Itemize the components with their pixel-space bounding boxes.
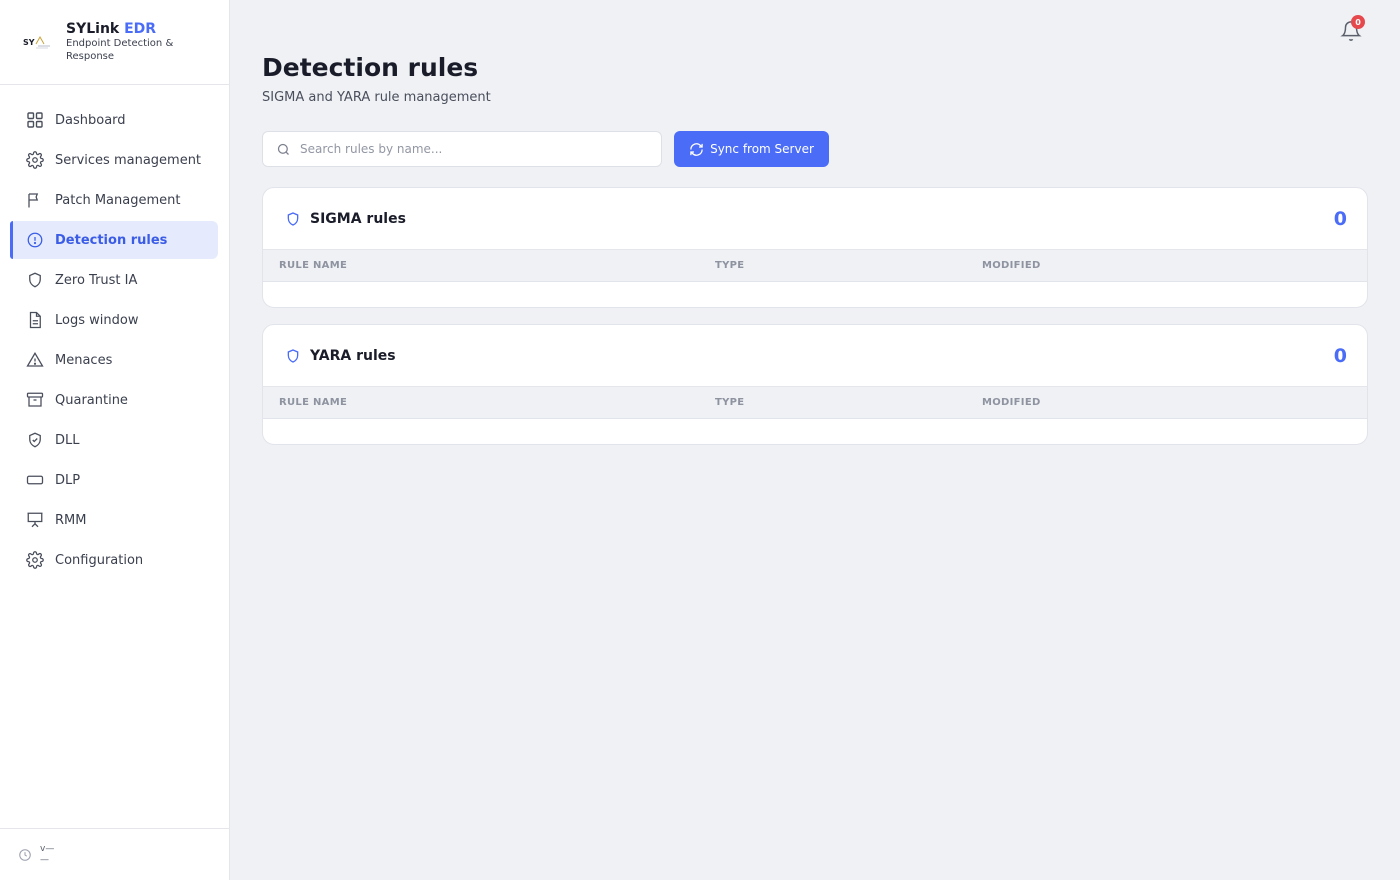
warning-triangle-icon bbox=[26, 351, 44, 369]
sigma-table-header: RULE NAME TYPE MODIFIED bbox=[263, 250, 1367, 282]
sidebar: SY SYLink EDR Endpoint Detection & Respo… bbox=[0, 0, 230, 880]
sidebar-item-label: Menaces bbox=[55, 352, 113, 368]
column-header-type[interactable]: TYPE bbox=[715, 260, 744, 271]
sync-button-label: Sync from Server bbox=[710, 142, 814, 156]
sidebar-item-label: Dashboard bbox=[55, 112, 126, 128]
sidebar-item-label: DLL bbox=[55, 432, 80, 448]
sidebar-item-dll[interactable]: DLL bbox=[10, 421, 218, 459]
page-title: Detection rules bbox=[262, 53, 479, 82]
sidebar-item-patch-management[interactable]: Patch Management bbox=[10, 181, 218, 219]
sidebar-item-label: Detection rules bbox=[55, 232, 168, 248]
yara-table-header: RULE NAME TYPE MODIFIED bbox=[263, 387, 1367, 419]
gear-icon bbox=[26, 551, 44, 569]
sidebar-item-logs-window[interactable]: Logs window bbox=[10, 301, 218, 339]
sylink-logo: SY bbox=[22, 32, 52, 52]
sidebar-item-dlp[interactable]: DLP bbox=[10, 461, 218, 499]
version-footer: v— — bbox=[0, 828, 229, 880]
sidebar-item-label: Patch Management bbox=[55, 192, 181, 208]
shield-icon bbox=[285, 348, 301, 364]
yara-rules-header: YARA rules 0 bbox=[263, 325, 1367, 387]
sidebar-nav: Dashboard Services management Patch Mana… bbox=[0, 85, 229, 579]
sidebar-item-label: Zero Trust IA bbox=[55, 272, 138, 288]
grid-icon bbox=[26, 111, 44, 129]
brand[interactable]: SY SYLink EDR Endpoint Detection & Respo… bbox=[0, 0, 229, 85]
column-header-modified[interactable]: MODIFIED bbox=[982, 260, 1041, 271]
brand-title: SYLink EDR bbox=[66, 21, 157, 37]
column-header-modified[interactable]: MODIFIED bbox=[982, 397, 1041, 408]
alert-circle-icon bbox=[26, 231, 44, 249]
yara-rules-title: YARA rules bbox=[310, 347, 396, 364]
svg-text:SY: SY bbox=[23, 38, 35, 47]
sidebar-item-dashboard[interactable]: Dashboard bbox=[10, 101, 218, 139]
sidebar-item-menaces[interactable]: Menaces bbox=[10, 341, 218, 379]
version-line-1: v— bbox=[40, 843, 55, 854]
sidebar-item-quarantine[interactable]: Quarantine bbox=[10, 381, 218, 419]
sidebar-item-rmm[interactable]: RMM bbox=[10, 501, 218, 539]
column-header-rule-name[interactable]: RULE NAME bbox=[279, 260, 347, 271]
sidebar-item-label: Services management bbox=[55, 152, 202, 168]
sidebar-item-configuration[interactable]: Configuration bbox=[10, 541, 218, 579]
shield-check-icon bbox=[26, 431, 44, 449]
page-subtitle: SIGMA and YARA rule management bbox=[262, 90, 491, 105]
shield-icon bbox=[26, 271, 44, 289]
search-input[interactable] bbox=[300, 142, 640, 156]
sigma-rules-header: SIGMA rules 0 bbox=[263, 188, 1367, 250]
sidebar-item-label: Quarantine bbox=[55, 392, 128, 408]
sidebar-item-label: RMM bbox=[55, 512, 87, 528]
column-header-type[interactable]: TYPE bbox=[715, 397, 744, 408]
sync-from-server-button[interactable]: Sync from Server bbox=[674, 131, 829, 167]
yara-rules-card: YARA rules 0 RULE NAME TYPE MODIFIED bbox=[262, 324, 1368, 445]
search-icon bbox=[276, 142, 291, 157]
clock-icon bbox=[18, 848, 32, 862]
sigma-rules-card: SIGMA rules 0 RULE NAME TYPE MODIFIED bbox=[262, 187, 1368, 308]
sidebar-item-detection-rules[interactable]: Detection rules bbox=[10, 221, 218, 259]
shield-icon bbox=[285, 211, 301, 227]
search-box[interactable] bbox=[262, 131, 662, 167]
sigma-rules-title: SIGMA rules bbox=[310, 210, 406, 227]
sidebar-item-zero-trust-ia[interactable]: Zero Trust IA bbox=[10, 261, 218, 299]
notification-badge: 0 bbox=[1351, 15, 1365, 29]
file-icon bbox=[26, 311, 44, 329]
flag-icon bbox=[26, 191, 44, 209]
gear-icon bbox=[26, 151, 44, 169]
keyboard-icon bbox=[26, 471, 44, 489]
sidebar-item-label: Configuration bbox=[55, 552, 144, 568]
sigma-rules-count: 0 bbox=[1333, 207, 1347, 230]
archive-icon bbox=[26, 391, 44, 409]
sidebar-item-label: Logs window bbox=[55, 312, 139, 328]
version-line-2: — bbox=[40, 854, 49, 865]
refresh-icon bbox=[689, 142, 704, 157]
brand-subtitle: Endpoint Detection & Response bbox=[66, 38, 174, 62]
sidebar-item-label: DLP bbox=[55, 472, 81, 488]
yara-rules-count: 0 bbox=[1333, 344, 1347, 367]
sidebar-item-services-management[interactable]: Services management bbox=[10, 141, 218, 179]
column-header-rule-name[interactable]: RULE NAME bbox=[279, 397, 347, 408]
presentation-icon bbox=[26, 511, 44, 529]
